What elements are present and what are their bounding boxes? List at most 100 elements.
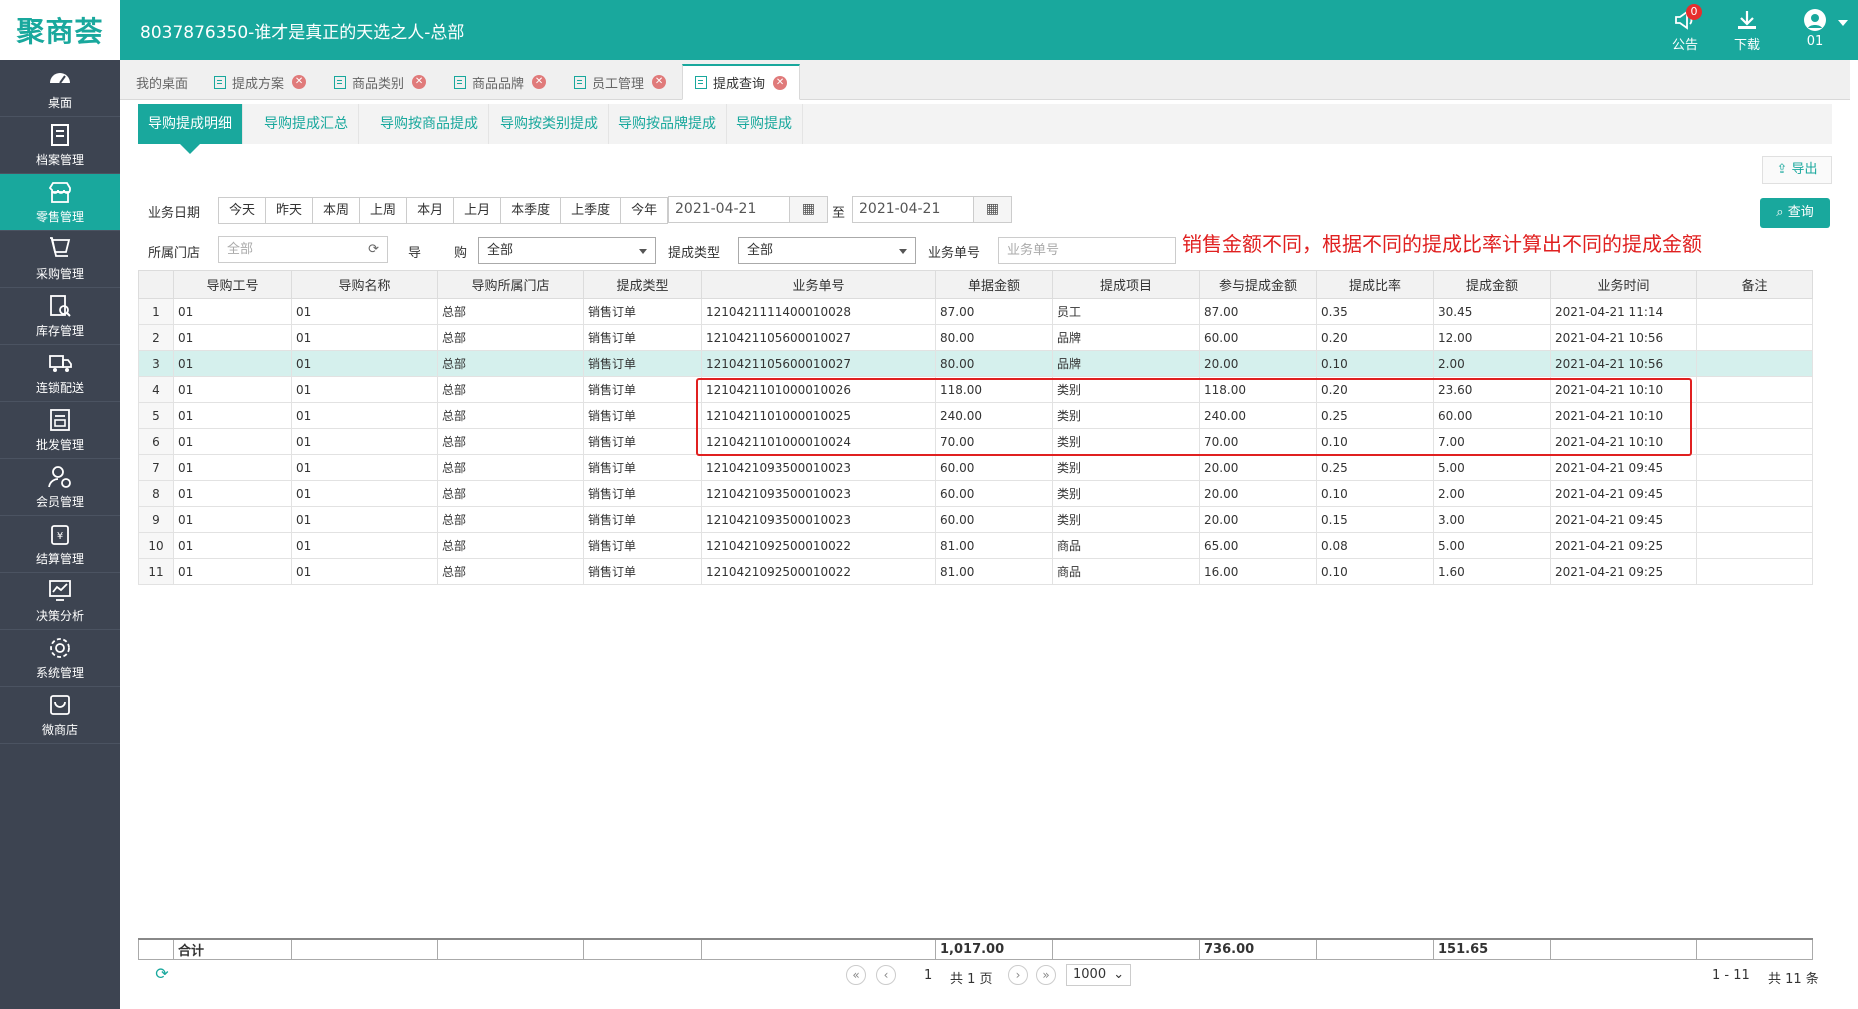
tab-my-desktop[interactable]: 我的桌面 [124,64,200,100]
close-icon[interactable]: ✕ [773,75,788,90]
sidebar-item-inventory[interactable]: 库存管理 [0,288,120,345]
table-cell: 2021-04-21 10:10 [1550,402,1697,429]
guide-select[interactable]: 全部 [478,237,656,264]
column-header[interactable]: 提成比率 [1316,270,1434,299]
last-page-icon[interactable]: » [1036,965,1056,985]
tab-staff[interactable]: 员工管理 ✕ [562,64,678,100]
calendar-icon[interactable]: ▦ [973,197,1011,222]
table-cell: 总部 [437,376,584,403]
chevron-down-icon[interactable] [1838,20,1848,26]
logo[interactable]: 聚商荟 [0,0,120,60]
date-this-year-button[interactable]: 今年 [621,198,668,223]
close-icon[interactable]: ✕ [652,75,667,89]
sidebar-item-desktop[interactable]: 桌面 [0,60,120,117]
close-icon[interactable]: ✕ [532,75,547,89]
notice-button[interactable]: 0 公告 [1660,4,1710,53]
page-size-select[interactable]: 1000 ⌄ [1066,964,1132,986]
column-header[interactable]: 业务时间 [1550,270,1697,299]
table-row[interactable]: 1 01 01 总部 销售订单 1210421111400010028 87.00 员工 87.… [138,298,1813,325]
subtab-guide-commission-summary[interactable]: 导购提成汇总 [254,104,359,144]
record-total: 共 11 条 [1768,972,1819,987]
date-yesterday-button[interactable]: 昨天 [266,198,314,223]
refresh-icon[interactable]: ⟳ [152,965,172,985]
table-cell: 01 [173,428,292,455]
sidebar-item-purchase[interactable]: 采购管理 [0,231,120,288]
page-number-input[interactable]: 1 [924,968,932,983]
date-to-input[interactable]: 2021-04-21 ▦ [852,196,1012,223]
table-cell: 80.00 [935,324,1053,351]
first-page-icon[interactable]: « [846,965,866,985]
sidebar-item-microshop[interactable]: 微商店 [0,687,120,744]
table-row[interactable]: 10 01 01 总部 销售订单 1210421092500010022 81.00 商品 65… [138,532,1813,559]
commission-type-label: 提成类型 [668,246,721,261]
column-header[interactable]: 提成类型 [583,270,702,299]
tab-product-brand[interactable]: 商品品牌 ✕ [442,64,558,100]
column-header-index[interactable] [138,270,174,299]
tab-bar: 我的桌面 提成方案 ✕ 商品类别 ✕ 商品品牌 ✕ 员工管理 ✕ 提成查询 ✕ [120,60,1850,100]
table-row[interactable]: 6 01 01 总部 销售订单 1210421101000010024 70.00 类别 70.… [138,428,1813,455]
subtab-guide-by-product[interactable]: 导购按商品提成 [370,104,489,144]
table-row[interactable]: 9 01 01 总部 销售订单 1210421093500010023 60.00 类别 20.… [138,506,1813,533]
row-number: 1 [138,298,174,325]
query-button[interactable]: ⌕ 查询 [1760,198,1830,228]
next-page-icon[interactable]: › [1008,965,1028,985]
close-icon[interactable]: ✕ [292,75,307,89]
date-from-value: 2021-04-21 [675,201,757,217]
commission-type-select[interactable]: 全部 [738,237,916,264]
settlement-icon: ¥ [51,525,69,545]
tab-commission-query[interactable]: 提成查询 ✕ [682,64,801,100]
sidebar-item-member[interactable]: 会员管理 [0,459,120,516]
close-icon[interactable]: ✕ [412,75,427,89]
date-last-quarter-button[interactable]: 上季度 [561,198,622,223]
column-header[interactable]: 导购所属门店 [437,270,584,299]
date-from-input[interactable]: 2021-04-21 ▦ [668,196,828,223]
column-header[interactable]: 导购工号 [173,270,292,299]
table-cell: 1210421101000010026 [701,376,936,403]
refresh-icon[interactable]: ⟳ [368,237,379,262]
sidebar-item-retail[interactable]: 零售管理 [0,174,120,231]
table-row[interactable]: 5 01 01 总部 销售订单 1210421101000010025 240.00 类别 24… [138,402,1813,429]
prev-page-icon[interactable]: ‹ [876,965,896,985]
totals-empty [437,938,584,960]
subtab-guide-commission[interactable]: 导购提成 [726,104,803,144]
table-row[interactable]: 8 01 01 总部 销售订单 1210421093500010023 60.00 类别 20.… [138,480,1813,507]
export-button[interactable]: ⇪ 导出 [1762,156,1832,184]
date-this-quarter-button[interactable]: 本季度 [501,198,562,223]
table-row[interactable]: 4 01 01 总部 销售订单 1210421101000010026 118.00 类别 11… [138,376,1813,403]
column-header[interactable]: 备注 [1696,270,1813,299]
column-header[interactable]: 提成金额 [1433,270,1551,299]
download-button[interactable]: 下载 [1722,8,1772,53]
tab-commission-plan[interactable]: 提成方案 ✕ [202,64,318,100]
sidebar-item-distribution[interactable]: 连锁配送 [0,345,120,402]
tab-product-category[interactable]: 商品类别 ✕ [322,64,438,100]
sidebar-item-analysis[interactable]: 决策分析 [0,573,120,630]
table-row[interactable]: 7 01 01 总部 销售订单 1210421093500010023 60.00 类别 20.… [138,454,1813,481]
subtab-guide-by-category[interactable]: 导购按类别提成 [490,104,609,144]
column-header[interactable]: 导购名称 [291,270,438,299]
date-last-month-button[interactable]: 上月 [454,198,502,223]
search-icon: ⌕ [1776,205,1788,220]
table-cell [1696,454,1813,481]
table-row[interactable]: 3 01 01 总部 销售订单 1210421105600010027 80.00 品牌 20.… [138,350,1813,377]
subtab-guide-commission-detail[interactable]: 导购提成明细 [138,104,243,154]
column-header[interactable]: 业务单号 [701,270,936,299]
date-this-week-button[interactable]: 本周 [313,198,361,223]
store-input[interactable]: 全部 ⟳ [218,236,388,263]
calendar-icon[interactable]: ▦ [789,197,827,222]
table-cell: 16.00 [1199,558,1317,585]
date-this-month-button[interactable]: 本月 [407,198,455,223]
sidebar-item-wholesale[interactable]: 批发管理 [0,402,120,459]
sidebar-item-settlement[interactable]: ¥ 结算管理 [0,516,120,573]
table-row[interactable]: 2 01 01 总部 销售订单 1210421105600010027 80.00 品牌 60.… [138,324,1813,351]
column-header[interactable]: 参与提成金额 [1199,270,1317,299]
user-menu[interactable]: 01 [1790,8,1840,49]
column-header[interactable]: 单据金额 [935,270,1053,299]
bizno-input[interactable]: 业务单号 [998,237,1176,264]
subtab-guide-by-brand[interactable]: 导购按品牌提成 [608,104,727,144]
sidebar-item-system[interactable]: 系统管理 [0,630,120,687]
date-last-week-button[interactable]: 上周 [360,198,408,223]
sidebar-item-archive[interactable]: 档案管理 [0,117,120,174]
date-today-button[interactable]: 今天 [219,198,267,223]
column-header[interactable]: 提成项目 [1052,270,1200,299]
table-row[interactable]: 11 01 01 总部 销售订单 1210421092500010022 81.00 商品 16… [138,558,1813,585]
